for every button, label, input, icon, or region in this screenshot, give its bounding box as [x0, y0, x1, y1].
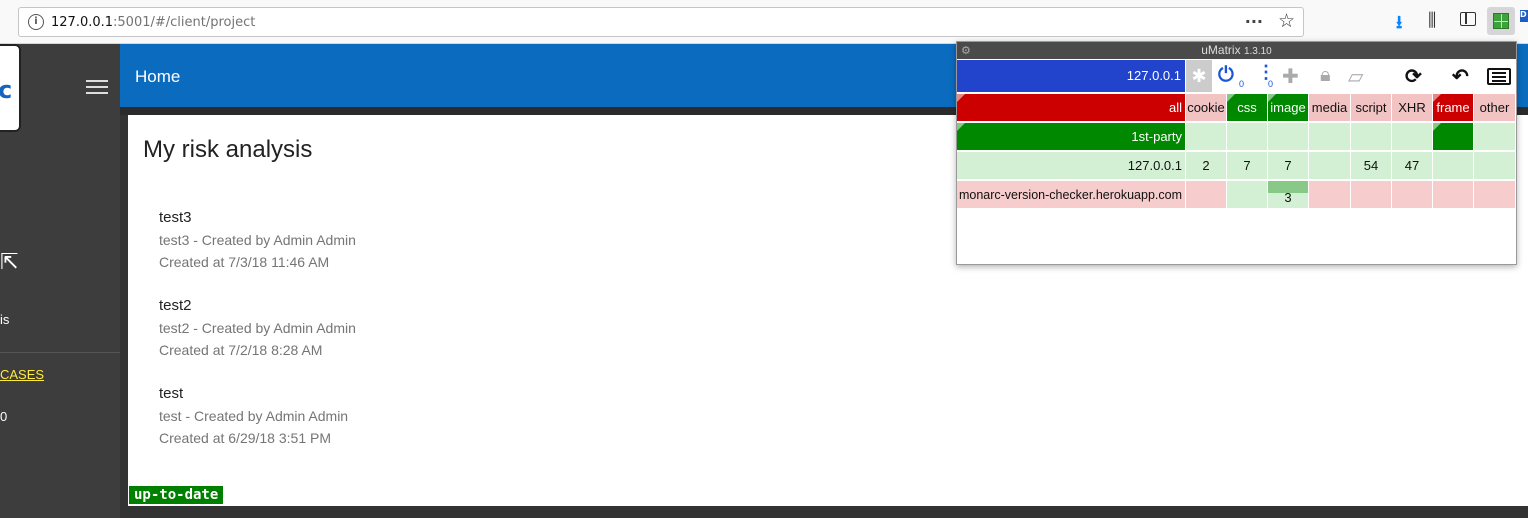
- analysis-name[interactable]: test: [159, 385, 348, 405]
- lock-icon[interactable]: 🔒︎: [1320, 64, 1331, 87]
- matrix-row-1st-party: 1st-party: [957, 123, 1516, 152]
- analysis-created-date: Created at 7/2/18 8:28 AM: [159, 342, 323, 358]
- umatrix-titlebar: ⚙ uMatrix 1.3.10: [957, 42, 1516, 59]
- site-info-icon[interactable]: i: [28, 14, 44, 30]
- matrix-col-xhr[interactable]: XHR: [1392, 94, 1433, 122]
- sidebars-icon[interactable]: [1460, 12, 1476, 26]
- analysis-description: test3 - Created by Admin Admin: [159, 232, 356, 248]
- analysis-item[interactable]: test2 test2 - Created by Admin Admin Cre…: [159, 297, 356, 361]
- umatrix-grid-icon: [1493, 13, 1509, 29]
- revert-icon[interactable]: ↶: [1452, 64, 1469, 89]
- matrix-host-1st-party[interactable]: 1st-party: [957, 123, 1186, 151]
- logo-glyph: c: [0, 76, 13, 104]
- extension-badge[interactable]: D: [1520, 10, 1528, 22]
- matrix-col-other[interactable]: other: [1474, 94, 1516, 122]
- matrix-cell[interactable]: [1433, 123, 1474, 151]
- url-text[interactable]: 127.0.0.1:5001/#/client/project: [51, 15, 255, 30]
- bookmark-star-icon[interactable]: ☆: [1278, 10, 1295, 32]
- gear-icon[interactable]: ⚙: [961, 43, 971, 60]
- sidebar-item-analysis[interactable]: is: [0, 312, 9, 327]
- matrix-cell[interactable]: [1474, 152, 1516, 180]
- page-actions-icon[interactable]: ···: [1245, 12, 1263, 31]
- analysis-item[interactable]: test3 test3 - Created by Admin Admin Cre…: [159, 209, 356, 273]
- matrix-cell[interactable]: [1186, 123, 1227, 151]
- options-count: 0: [1268, 79, 1274, 89]
- logger-icon[interactable]: [1487, 68, 1511, 85]
- analysis-created-date: Created at 7/3/18 11:46 AM: [159, 254, 330, 270]
- reload-icon[interactable]: ⟳: [1405, 64, 1422, 89]
- matrix-cell[interactable]: [1392, 181, 1433, 209]
- matrix-cell[interactable]: [1433, 152, 1474, 180]
- matrix-col-cookie[interactable]: cookie: [1186, 94, 1227, 122]
- matrix-col-image[interactable]: image: [1268, 94, 1309, 122]
- matrix-cell[interactable]: 54: [1351, 152, 1392, 180]
- sidebar-link-cases[interactable]: CASES: [0, 367, 44, 382]
- matrix-cell[interactable]: [1433, 181, 1474, 209]
- app-sidebar: c ⇱ is CASES 0: [0, 44, 120, 518]
- eraser-icon[interactable]: ▱: [1348, 64, 1363, 89]
- matrix-cell[interactable]: 47: [1392, 152, 1433, 180]
- app-logo[interactable]: c: [0, 44, 21, 132]
- analysis-name[interactable]: test3: [159, 209, 356, 229]
- matrix-cell[interactable]: [1474, 181, 1516, 209]
- matrix-cell[interactable]: [1351, 181, 1392, 209]
- matrix-cell[interactable]: [1351, 123, 1392, 151]
- url-bar[interactable]: i 127.0.0.1:5001/#/client/project ··· ☆: [18, 7, 1304, 37]
- url-path: :5001/#/client/project: [113, 15, 256, 30]
- matrix-col-frame[interactable]: frame: [1433, 94, 1474, 122]
- matrix-col-css[interactable]: css: [1227, 94, 1268, 122]
- matrix-cell[interactable]: 7: [1227, 152, 1268, 180]
- hamburger-menu-icon[interactable]: [86, 80, 108, 98]
- matrix-host-127-0-0-1[interactable]: 127.0.0.1: [957, 152, 1186, 180]
- analysis-name[interactable]: test2: [159, 297, 356, 317]
- umatrix-title: uMatrix: [1201, 43, 1241, 57]
- matrix-cell[interactable]: [1309, 123, 1351, 151]
- power-count: 0: [1239, 79, 1245, 89]
- global-scope-star-icon[interactable]: ✱: [1186, 60, 1212, 92]
- matrix-cell[interactable]: 2: [1186, 152, 1227, 180]
- matrix-col-script[interactable]: script: [1351, 94, 1392, 122]
- status-badge: up-to-date: [129, 486, 224, 504]
- sidebar-divider: [0, 352, 120, 353]
- analysis-description: test2 - Created by Admin Admin: [159, 320, 356, 336]
- mouse-cursor-icon: ⇱: [0, 250, 19, 275]
- power-icon[interactable]: ⏻: [1218, 64, 1234, 87]
- matrix-cell[interactable]: [1186, 181, 1227, 209]
- matrix-host-all[interactable]: all: [957, 94, 1186, 122]
- header-title[interactable]: Home: [135, 67, 180, 87]
- matrix-host-herokuapp[interactable]: monarc-version-checker.herokuapp.com: [957, 181, 1186, 209]
- url-host: 127.0.0.1: [51, 15, 114, 30]
- matrix-cell[interactable]: [1309, 181, 1351, 209]
- matrix-cell[interactable]: [1268, 123, 1309, 151]
- umatrix-extension-button[interactable]: [1487, 7, 1515, 35]
- matrix-cell[interactable]: [1309, 152, 1351, 180]
- matrix-row-all: all cookie css image media script XHR fr…: [957, 94, 1516, 123]
- umatrix-popup: ⚙ uMatrix 1.3.10 127.0.0.1 ✱ ⏻ 0 ⋮ 0 ✚ 🔒…: [956, 41, 1517, 265]
- library-icon[interactable]: ⫼: [1428, 10, 1436, 31]
- page-title: My risk analysis: [143, 136, 313, 163]
- umatrix-scope-selector[interactable]: 127.0.0.1: [957, 60, 1185, 92]
- umatrix-matrix: all cookie css image media script XHR fr…: [957, 94, 1516, 210]
- umatrix-version: 1.3.10: [1243, 46, 1272, 57]
- matrix-cell[interactable]: [1474, 123, 1516, 151]
- puzzle-icon[interactable]: ✚: [1282, 64, 1299, 89]
- matrix-cell[interactable]: [1227, 181, 1268, 209]
- matrix-col-media[interactable]: media: [1309, 94, 1351, 122]
- sidebar-item-count: 0: [0, 409, 8, 424]
- download-icon[interactable]: ⭳: [1396, 10, 1402, 40]
- analysis-item[interactable]: test test - Created by Admin Admin Creat…: [159, 385, 348, 449]
- browser-toolbar: i 127.0.0.1:5001/#/client/project ··· ☆ …: [0, 0, 1528, 44]
- umatrix-toolbar: ✱ ⏻ 0 ⋮ 0 ✚ 🔒︎ ▱ ⟳ ↶: [1186, 60, 1516, 92]
- matrix-row-herokuapp: monarc-version-checker.herokuapp.com 3: [957, 181, 1516, 210]
- matrix-cell[interactable]: [1392, 123, 1433, 151]
- matrix-cell[interactable]: 3: [1268, 181, 1309, 209]
- matrix-cell[interactable]: [1227, 123, 1268, 151]
- matrix-cell[interactable]: 7: [1268, 152, 1309, 180]
- matrix-row-127-0-0-1: 127.0.0.1 2 7 7 54 47: [957, 152, 1516, 181]
- analysis-description: test - Created by Admin Admin: [159, 408, 349, 424]
- analysis-created-date: Created at 6/29/18 3:51 PM: [159, 430, 331, 446]
